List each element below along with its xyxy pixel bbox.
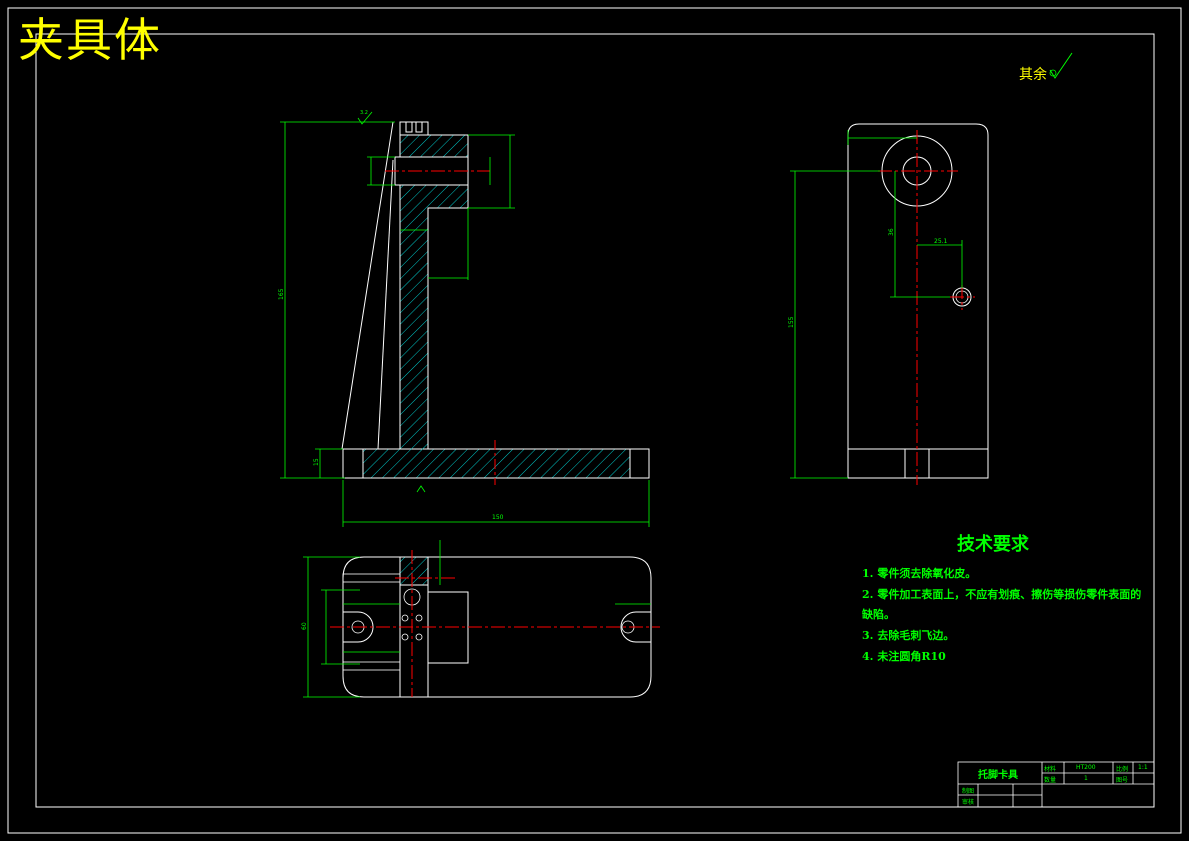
tech-requirements-title: 技术要求 [957,534,1029,555]
tech-requirement-item: 缺陷。 [862,608,895,621]
material-value: HT200 [1076,764,1096,771]
scale-value: 1:1 [1138,764,1148,771]
tech-requirement-item: 3. 去除毛刺飞边。 [862,629,955,642]
tech-requirement-item: 4. 未注圆角R10 [862,650,946,663]
front-height-dim: 165 [278,288,285,300]
drawing-no-label: 图号 [1116,777,1129,784]
inner-border [35,33,1155,808]
front-base-height-dim: 15 [313,458,320,466]
roughness-symbol [1049,52,1073,79]
front-view: 165 150 15 3.2 [278,110,650,527]
checker-label: 审核 [962,799,975,806]
plan-width-dim: 60 [301,622,308,630]
side-hole-offset-dim: 25.1 [934,238,948,245]
side-offset-dim: 36 [888,228,895,236]
material-label: 材料 [1044,766,1057,773]
side-height-dim: 155 [788,316,795,328]
tech-requirement-item: 2. 零件加工表面上，不应有划痕、擦伤等损伤零件表面的 [862,588,1142,601]
part-name: 托脚卡具 [978,770,1018,781]
quantity-label: 数量 [1044,777,1057,784]
outer-border [7,7,1182,834]
tech-requirement-item: 1. 零件须去除氧化皮。 [862,567,977,580]
drawing-title: 夹具体 [18,13,162,67]
roughness-value: 3.2 [360,110,368,116]
quantity-value: 1 [1084,775,1088,782]
front-base-width-dim: 150 [492,514,504,521]
side-view: 155 36 25.1 [788,123,989,485]
designer-label: 制图 [962,788,975,795]
roughness-note: 其余 [1019,67,1047,83]
scale-label: 比例 [1116,766,1129,773]
plan-view: 60 [301,540,660,698]
drawing-sheet: 165 150 15 3.2 155 36 25.1 60 [7,7,1182,834]
